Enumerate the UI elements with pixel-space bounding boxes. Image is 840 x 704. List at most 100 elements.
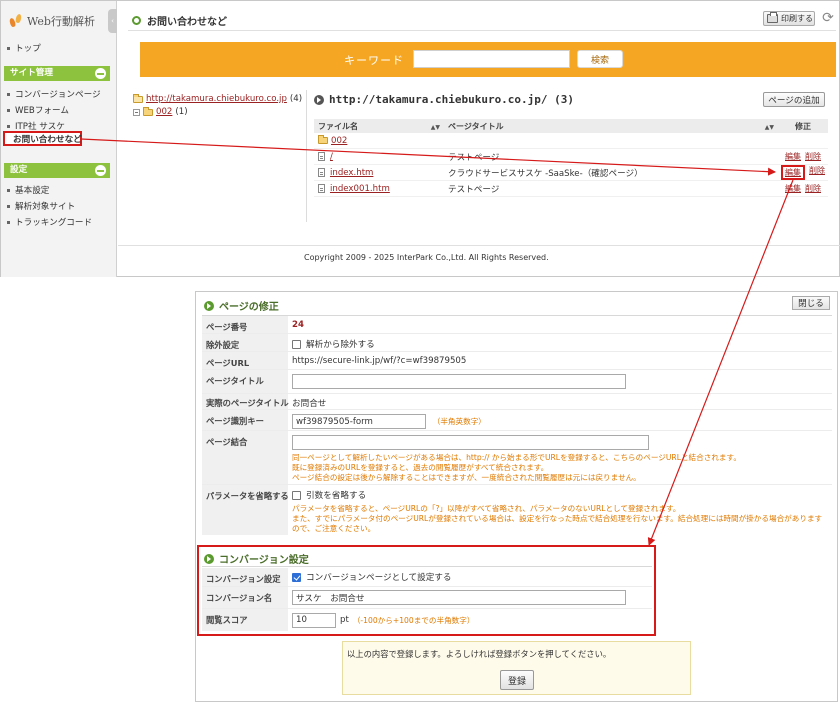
table-row: index001.htm テストページ 編集 削除 bbox=[314, 181, 828, 197]
folder-open-icon bbox=[133, 93, 143, 103]
logo[interactable]: Web行動解析 bbox=[9, 11, 95, 31]
divider bbox=[118, 245, 840, 246]
divider bbox=[128, 30, 836, 31]
edit-link-highlighted[interactable]: 編集 bbox=[781, 165, 805, 180]
add-page-button[interactable]: ページの追加 bbox=[763, 92, 825, 107]
tree-expand-icon[interactable] bbox=[133, 108, 140, 116]
column-header-edit: 修正 bbox=[795, 121, 811, 131]
tree-child-link[interactable]: 002 bbox=[156, 107, 172, 117]
conversion-name-input[interactable] bbox=[292, 590, 626, 605]
close-button[interactable]: 閉じる bbox=[792, 296, 830, 310]
exclude-checkbox[interactable] bbox=[292, 340, 301, 349]
column-header-title[interactable]: ページタイトル ▲▼ bbox=[444, 121, 778, 132]
edit-cell: 編集 削除 bbox=[778, 183, 828, 194]
page-key-input[interactable] bbox=[292, 414, 426, 429]
delete-link[interactable]: 削除 bbox=[809, 165, 825, 180]
page-number-value: 24 bbox=[292, 320, 304, 330]
sidebar-item-basic-settings[interactable]: 基本設定 bbox=[7, 184, 49, 196]
file-link[interactable]: index.htm bbox=[330, 168, 373, 178]
sort-icon[interactable]: ▲▼ bbox=[431, 124, 440, 131]
page-merge-input[interactable] bbox=[292, 435, 649, 450]
sidebar-item-inquiry[interactable]: お問い合わせなど bbox=[3, 131, 82, 146]
merge-note-line: ページ結合の設定は後から解除することはできますが、一度統合された閲覧履歴は元には… bbox=[292, 473, 641, 482]
sort-icon[interactable]: ▲▼ bbox=[765, 124, 774, 131]
page-title-text: お問い合わせなど bbox=[147, 17, 227, 28]
directory-heading: http://takamura.chiebukuro.co.jp/ (3) bbox=[314, 93, 574, 106]
score-hint: （-100から+100までの半角数字） bbox=[352, 615, 475, 625]
sidebar-item-tracking-code[interactable]: トラッキングコード bbox=[7, 216, 92, 228]
print-button[interactable]: 印刷する bbox=[763, 11, 815, 26]
file-table: ファイル名 ▲▼ ページタイトル ▲▼ 修正 002 / テストページ 編集 削… bbox=[314, 119, 828, 197]
bullet-icon bbox=[7, 204, 10, 208]
sidebar-item-label: コンバージョンページ bbox=[15, 90, 101, 100]
conversion-checkbox-checked[interactable] bbox=[292, 572, 301, 582]
page-url-value: https://secure-link.jp/wf/?c=wf39879505 bbox=[292, 356, 467, 366]
edit-link[interactable]: 編集 bbox=[785, 151, 801, 162]
sidebar-item-top[interactable]: トップ bbox=[7, 42, 41, 54]
refresh-icon[interactable]: ⟳ bbox=[821, 11, 835, 25]
keyword-label: キーワード bbox=[344, 54, 404, 67]
edit-panel-heading: ページの修正 bbox=[204, 298, 279, 313]
search-bar: キーワード 検索 bbox=[140, 42, 836, 77]
section-label: 設定 bbox=[10, 165, 28, 175]
sidebar-collapse-tab[interactable]: ‹ bbox=[108, 9, 117, 33]
arrow-circle-icon bbox=[314, 94, 324, 105]
row-page-url: ページURL https://secure-link.jp/wf/?c=wf39… bbox=[202, 352, 832, 370]
section-settings[interactable]: 設定 bbox=[4, 163, 110, 178]
field-label: コンバージョン設定 bbox=[202, 568, 288, 586]
conversion-settings-box: コンバージョン設定 コンバージョン設定 コンバージョンページとして設定する コン… bbox=[197, 545, 656, 636]
view-score-input[interactable] bbox=[292, 612, 336, 628]
file-link[interactable]: / bbox=[330, 152, 333, 162]
sidebar-item-target-site[interactable]: 解析対象サイト bbox=[7, 200, 75, 212]
sidebar-item-label: お問い合わせなど bbox=[13, 134, 82, 145]
confirm-box: 以上の内容で登録します。よろしければ登録ボタンを押してください。 登録 bbox=[342, 641, 691, 695]
page-title: お問い合わせなど bbox=[132, 13, 227, 28]
search-button[interactable]: 検索 bbox=[577, 50, 623, 68]
sidebar-item-web-form[interactable]: WEBフォーム bbox=[7, 104, 69, 116]
document-icon bbox=[318, 168, 325, 177]
delete-link[interactable]: 削除 bbox=[805, 151, 821, 162]
row-page-merge: ページ結合 同一ページとして解析したいページがある場合は、http:// から始… bbox=[202, 431, 832, 485]
file-cell: index001.htm bbox=[314, 184, 444, 194]
column-header-label: ファイル名 bbox=[318, 121, 358, 131]
tree-child[interactable]: 002 (1) bbox=[133, 106, 188, 117]
tree-root[interactable]: http://takamura.chiebukuro.co.jp (4) bbox=[133, 93, 302, 104]
bullet-icon bbox=[7, 220, 10, 224]
divider bbox=[202, 566, 652, 567]
divider bbox=[306, 90, 307, 222]
file-link[interactable]: index001.htm bbox=[330, 184, 390, 194]
sidebar-item-conversion-page[interactable]: コンバージョンページ bbox=[7, 88, 101, 100]
page-title-input[interactable] bbox=[292, 374, 626, 389]
field-label: 閲覧スコア bbox=[202, 609, 288, 631]
edit-panel-heading-text: ページの修正 bbox=[219, 302, 279, 313]
edit-cell: 編集 削除 bbox=[778, 165, 828, 180]
row-page-number: ページ番号 24 bbox=[202, 316, 832, 334]
tree-root-link[interactable]: http://takamura.chiebukuro.co.jp bbox=[146, 94, 287, 104]
folder-cell[interactable]: 002 bbox=[314, 135, 444, 146]
file-cell: index.htm bbox=[314, 168, 444, 178]
field-label: パラメータを省略する bbox=[202, 485, 289, 535]
row-page-title: ページタイトル bbox=[202, 370, 832, 394]
document-icon bbox=[318, 152, 325, 161]
edit-link[interactable]: 編集 bbox=[785, 183, 801, 194]
omit-params-checkbox[interactable] bbox=[292, 491, 301, 500]
sidebar-item-label: WEBフォーム bbox=[15, 106, 69, 116]
conversion-setting-field: コンバージョンページとして設定する bbox=[288, 568, 652, 586]
delete-link[interactable]: 削除 bbox=[805, 183, 821, 194]
conversion-heading-text: コンバージョン設定 bbox=[219, 555, 309, 566]
edit-cell: 編集 削除 bbox=[778, 151, 828, 162]
row-conversion-name: コンバージョン名 bbox=[202, 587, 652, 609]
checkbox-label: コンバージョンページとして設定する bbox=[306, 573, 452, 583]
register-button[interactable]: 登録 bbox=[500, 670, 534, 690]
folder-link[interactable]: 002 bbox=[331, 136, 347, 146]
section-site-management[interactable]: サイト管理 bbox=[4, 66, 110, 81]
table-header: ファイル名 ▲▼ ページタイトル ▲▼ 修正 bbox=[314, 119, 828, 133]
collapse-minus-icon[interactable] bbox=[95, 68, 106, 79]
column-header-file[interactable]: ファイル名 ▲▼ bbox=[314, 121, 444, 132]
keyword-input[interactable] bbox=[413, 50, 570, 68]
row-actual-title: 実際のページタイトル お問合せ bbox=[202, 394, 832, 410]
collapse-minus-icon[interactable] bbox=[95, 165, 106, 176]
field-label: 実際のページタイトル bbox=[202, 394, 289, 409]
field-label: 除外設定 bbox=[202, 334, 288, 351]
field-label: ページURL bbox=[202, 352, 288, 369]
